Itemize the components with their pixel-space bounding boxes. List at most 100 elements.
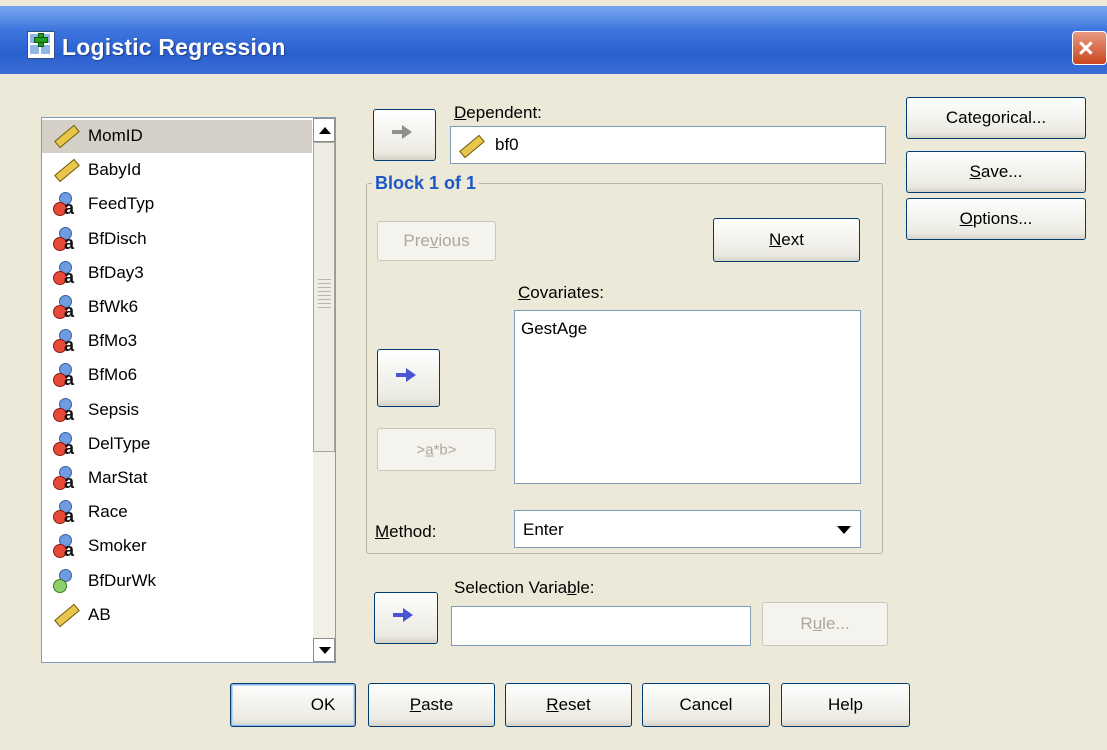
nominal-icon: a [52, 295, 76, 320]
variable-list-item[interactable]: MomID [42, 120, 312, 153]
covariates-label: Covariates: [518, 283, 604, 302]
previous-label: Previous [403, 231, 470, 250]
cancel-button[interactable]: Cancel [642, 683, 770, 727]
selection-variable-field[interactable] [451, 606, 751, 646]
categorical-button[interactable]: Categorical... [906, 97, 1086, 139]
variable-name: BfDisch [88, 228, 147, 248]
variable-name: BabyId [88, 160, 141, 180]
variable-list-item[interactable]: BabyId [42, 154, 312, 187]
app-icon [27, 31, 55, 59]
paste-button[interactable]: Paste [368, 683, 495, 727]
variable-list-item[interactable]: BfDurWk [42, 565, 312, 598]
variable-list-item[interactable]: AB [42, 599, 312, 632]
move-to-covariates-button[interactable] [377, 349, 440, 407]
save-button[interactable]: Save... [906, 151, 1086, 193]
right-arrow-icon [393, 608, 413, 622]
ok-button[interactable]: OK [230, 683, 356, 727]
cancel-label: Cancel [679, 695, 733, 714]
rule-label: Rule... [800, 614, 850, 633]
move-to-dependent-button[interactable] [373, 109, 436, 161]
variable-list-item[interactable]: a BfDay3 [42, 257, 312, 290]
reset-label: Reset [546, 695, 591, 714]
reset-button[interactable]: Reset [505, 683, 632, 727]
variable-list-scrollbar[interactable] [313, 118, 335, 662]
scroll-down-button[interactable] [313, 638, 335, 662]
variable-name: BfDurWk [88, 570, 156, 590]
variable-name: BfDay3 [88, 262, 144, 282]
variable-name: MomID [88, 126, 143, 145]
source-variable-list[interactable]: MomID BabyId a FeedTyp a BfDisch a BfDay3 a BfWk6… [41, 117, 336, 663]
variable-name: AB [88, 604, 111, 624]
variable-list-item[interactable]: a BfDisch [42, 223, 312, 256]
close-button[interactable]: × [1072, 31, 1107, 65]
selection-variable-label: Selection Variable: [454, 578, 595, 597]
ordinal-icon [52, 568, 76, 593]
variable-list-item[interactable]: a BfMo6 [42, 359, 312, 392]
method-label: Method: [375, 522, 437, 541]
variable-list-item[interactable]: a Race [42, 496, 312, 529]
nominal-icon: a [52, 431, 76, 457]
nominal-icon: a [52, 397, 76, 423]
variable-name: FeedTyp [88, 194, 155, 214]
next-button[interactable]: Next [713, 218, 860, 262]
arrow-down-icon [319, 647, 331, 654]
block-legend: Block 1 of 1 [372, 173, 480, 194]
save-label: Save... [969, 162, 1023, 181]
ok-label: OK [310, 695, 336, 714]
rule-button[interactable]: Rule... [762, 602, 888, 646]
dependent-label-rest: ependent: [466, 103, 542, 122]
right-arrow-icon [396, 368, 416, 382]
covariate-item[interactable]: GestAge [521, 319, 587, 339]
scroll-up-button[interactable] [313, 118, 335, 142]
right-arrow-icon [392, 125, 412, 139]
nominal-icon: a [52, 363, 76, 388]
close-icon: × [1078, 33, 1094, 63]
method-value: Enter [523, 520, 564, 539]
move-to-selection-button[interactable] [374, 592, 438, 644]
method-select[interactable]: Enter [514, 510, 861, 548]
scroll-thumb[interactable] [313, 142, 335, 452]
scale-ruler-icon [52, 603, 80, 628]
next-label: Next [769, 230, 804, 249]
scale-ruler-icon [52, 158, 80, 183]
variable-list-item[interactable]: a Smoker [42, 530, 312, 563]
options-label: Options... [959, 209, 1033, 228]
nominal-icon: a [52, 534, 76, 559]
nominal-icon: a [52, 329, 76, 354]
variable-list-item[interactable]: a Sepsis [42, 394, 312, 427]
variable-list-item[interactable]: a DelType [42, 428, 312, 461]
arrow-up-icon [319, 127, 331, 134]
dependent-field[interactable]: bf0 [450, 126, 886, 164]
categorical-label: Categorical... [945, 108, 1047, 127]
variable-name: MarStat [88, 468, 148, 487]
variable-name: DelType [88, 433, 151, 453]
variable-name: BfWk6 [88, 297, 139, 316]
variable-name: BfMo3 [88, 331, 138, 351]
logistic-regression-dialog: Logistic Regression × MomID BabyId a FeedTy… [0, 0, 1107, 750]
window-title: Logistic Regression [62, 34, 286, 60]
nominal-icon: a [52, 466, 76, 491]
variable-list-item[interactable]: a FeedTyp [42, 188, 312, 221]
nominal-icon: a [52, 260, 76, 286]
nominal-icon: a [52, 226, 76, 252]
nominal-icon: a [52, 500, 76, 525]
variable-name: Race [88, 502, 128, 522]
dependent-value: bf0 [495, 135, 519, 154]
title-bar[interactable]: Logistic Regression × [0, 6, 1107, 74]
interaction-button[interactable]: >a*b> [377, 428, 496, 471]
method-dropdown-button[interactable] [830, 515, 856, 543]
options-button[interactable]: Options... [906, 198, 1086, 240]
variable-list-item[interactable]: a BfWk6 [42, 291, 312, 324]
scale-ruler-icon [52, 124, 80, 149]
variable-name: BfMo6 [88, 365, 138, 385]
help-label: Help [828, 695, 863, 714]
previous-button[interactable]: Previous [377, 221, 496, 261]
variable-list-item[interactable]: a BfMo3 [42, 325, 312, 358]
variable-name: Smoker [88, 536, 147, 556]
variable-list-item[interactable]: a MarStat [42, 462, 312, 495]
help-button[interactable]: Help [781, 683, 910, 727]
scale-ruler-icon [457, 134, 485, 159]
covariates-list[interactable]: GestAge [514, 310, 861, 484]
nominal-icon: a [52, 192, 76, 217]
variable-name: Sepsis [88, 399, 140, 419]
